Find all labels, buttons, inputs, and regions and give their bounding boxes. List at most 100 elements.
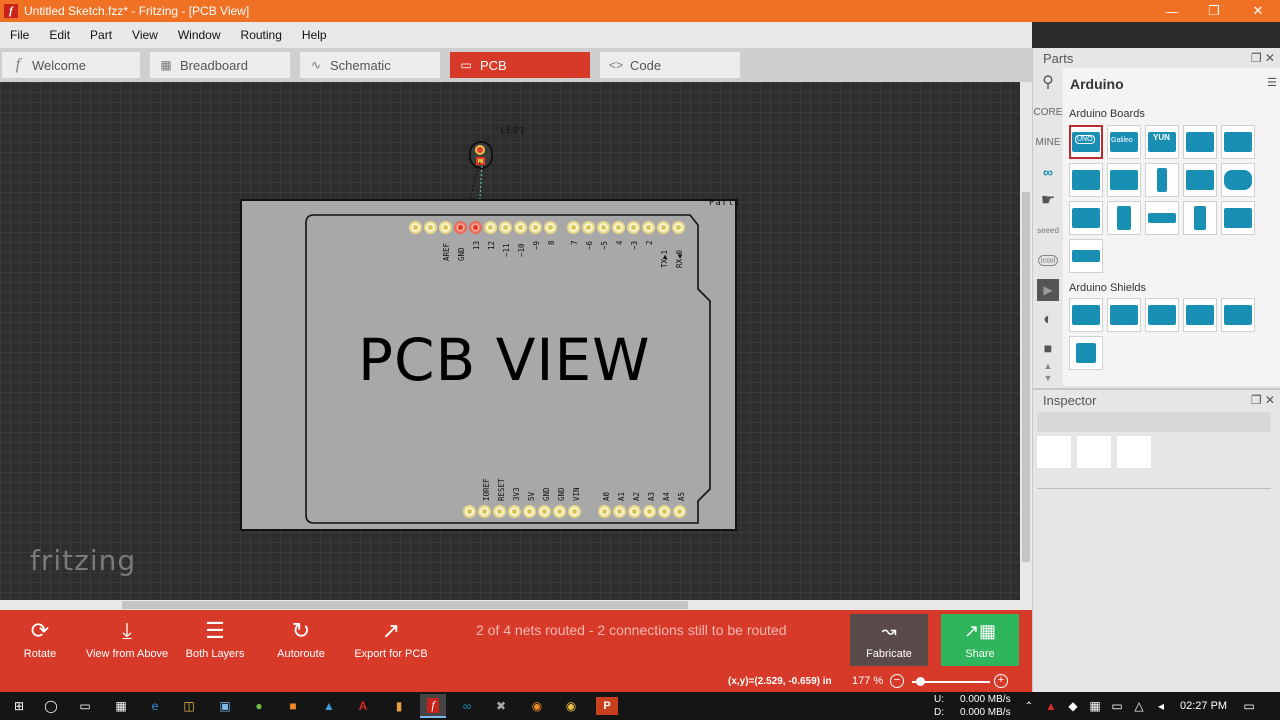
pin-8[interactable] (514, 221, 527, 234)
part-arduino-board[interactable] (1145, 163, 1179, 197)
tab-code[interactable]: <> Code (600, 52, 740, 78)
pin-12[interactable] (454, 221, 467, 234)
pin-reset[interactable] (493, 505, 506, 518)
pin-3[interactable] (597, 221, 610, 234)
part-arduino-board[interactable] (1069, 239, 1103, 273)
notifications-icon[interactable]: ▭ (1240, 697, 1258, 715)
menu-routing[interactable]: Routing (231, 28, 292, 42)
firefox-icon[interactable]: ◉ (528, 697, 546, 715)
fritzing-bin-icon[interactable]: ☛ (1033, 186, 1063, 214)
pin-11[interactable] (469, 221, 482, 234)
chrome-icon[interactable]: ◉ (562, 697, 580, 715)
pin-gnd-2[interactable] (553, 505, 566, 518)
part-arduino-shield[interactable] (1183, 298, 1217, 332)
rotate-button[interactable]: ⟳ Rotate (18, 610, 62, 672)
share-button[interactable]: ↗▦ Share (941, 614, 1019, 666)
store-icon[interactable]: ▦ (112, 697, 130, 715)
menu-part[interactable]: Part (80, 28, 122, 42)
part-arduino-shield[interactable] (1145, 298, 1179, 332)
zoom-slider-handle[interactable] (916, 677, 925, 686)
play-bin-icon[interactable]: ▶ (1033, 276, 1063, 304)
minimize-icon[interactable]: — (1150, 0, 1194, 22)
pcb-canvas[interactable]: LED1 Part1 AREF GND 13 12 ~11 ~10 ~9 8 7… (0, 82, 1020, 600)
pin-tx[interactable] (657, 221, 670, 234)
tab-welcome[interactable]: f Welcome (2, 52, 140, 78)
arduino-taskbar-icon[interactable]: ∞ (458, 697, 476, 715)
tab-breadboard[interactable]: ▦ Breadboard (150, 52, 290, 78)
intel-bin-icon[interactable]: intel (1033, 246, 1063, 274)
part-arduino-board[interactable] (1221, 163, 1255, 197)
bin-tab-core[interactable]: CORE (1033, 98, 1063, 126)
arduino-bin-icon[interactable]: ∞ (1033, 158, 1063, 186)
panel-float-close-icons[interactable]: ❐ ✕ (1251, 51, 1275, 65)
both-layers-button[interactable]: ☰ Both Layers (184, 610, 246, 672)
pin-2[interactable] (612, 221, 625, 234)
part-arduino-board[interactable] (1107, 163, 1141, 197)
fabricate-button[interactable]: ↝ Fabricate (850, 614, 928, 666)
canvas-horizontal-scrollbar[interactable] (0, 600, 1032, 610)
part-arduino-shield[interactable] (1069, 298, 1103, 332)
canvas-vertical-scrollbar[interactable] (1020, 82, 1032, 600)
part-arduino-board[interactable] (1107, 201, 1141, 235)
tray-icon[interactable]: ▦ (1086, 697, 1104, 715)
part-arduino-yun[interactable]: YUN (1145, 125, 1179, 159)
part-arduino-board[interactable] (1183, 125, 1217, 159)
app-icon[interactable]: ✖ (492, 697, 510, 715)
pin-a0[interactable] (598, 505, 611, 518)
pin-a2[interactable] (628, 505, 641, 518)
pin-5v[interactable] (523, 505, 536, 518)
pin-6[interactable] (544, 221, 557, 234)
pin-rx[interactable] (672, 221, 685, 234)
gauge-bin-icon[interactable]: ◐ (1033, 306, 1063, 334)
bin-menu-icon[interactable]: ☰ (1267, 76, 1277, 89)
pin-gnd-1[interactable] (538, 505, 551, 518)
part-arduino-board[interactable] (1183, 201, 1217, 235)
app-icon[interactable]: ● (250, 697, 268, 715)
zoom-in-icon[interactable]: + (994, 674, 1008, 688)
autoroute-button[interactable]: ↻ Autoroute (274, 610, 328, 672)
menu-edit[interactable]: Edit (39, 28, 80, 42)
bin-tab-mine[interactable]: MINE (1033, 128, 1063, 156)
pin-aref[interactable] (409, 221, 422, 234)
part-arduino-board[interactable] (1183, 163, 1217, 197)
pin-gnd[interactable] (424, 221, 437, 234)
menu-help[interactable]: Help (292, 28, 337, 42)
view-from-above-button[interactable]: ⤓ View from Above (84, 610, 170, 672)
pin-1[interactable] (627, 221, 640, 234)
app-icon[interactable]: ▮ (390, 697, 408, 715)
part-arduino-uno[interactable]: UNO (1069, 125, 1103, 159)
search-icon[interactable]: ⚲ (1033, 68, 1063, 96)
file-explorer-icon[interactable]: ◫ (180, 697, 198, 715)
app-icon[interactable]: ▲ (320, 697, 338, 715)
edge-browser-icon[interactable]: e (146, 697, 164, 715)
pin-9[interactable] (499, 221, 512, 234)
close-icon[interactable]: ✕ (1236, 0, 1280, 22)
clock[interactable]: 02:27 PM (1180, 700, 1227, 712)
tab-pcb[interactable]: ▭ PCB (450, 52, 590, 78)
zoom-out-icon[interactable]: − (890, 674, 904, 688)
pin-13[interactable] (439, 221, 452, 234)
app-icon[interactable]: ▣ (216, 697, 234, 715)
pin-10[interactable] (484, 221, 497, 234)
tray-icon[interactable]: ▲ (1042, 697, 1060, 715)
part-arduino-board[interactable] (1221, 201, 1255, 235)
pin-a1[interactable] (613, 505, 626, 518)
app-icon[interactable]: ■ (284, 697, 302, 715)
volume-muted-icon[interactable]: ◂ (1152, 697, 1170, 715)
part-arduino-board[interactable] (1069, 163, 1103, 197)
scroll-thumb[interactable] (1022, 192, 1030, 562)
part-arduino-shield[interactable] (1221, 298, 1255, 332)
pin-ioref[interactable] (478, 505, 491, 518)
scroll-thumb[interactable] (122, 601, 688, 609)
export-for-pcb-button[interactable]: ↗ Export for PCB (354, 610, 428, 672)
shield-icon[interactable]: ◆ (1064, 697, 1082, 715)
pin-nc[interactable] (463, 505, 476, 518)
pin-7[interactable] (529, 221, 542, 234)
pin-a3[interactable] (643, 505, 656, 518)
part-arduino-shield[interactable] (1107, 298, 1141, 332)
part-arduino-board[interactable] (1221, 125, 1255, 159)
chevron-up-icon[interactable]: ⌃ (1020, 697, 1038, 715)
part-arduino-board[interactable] (1069, 201, 1103, 235)
panel-float-close-icons[interactable]: ❐ ✕ (1251, 393, 1275, 407)
battery-icon[interactable]: ▭ (1108, 697, 1126, 715)
